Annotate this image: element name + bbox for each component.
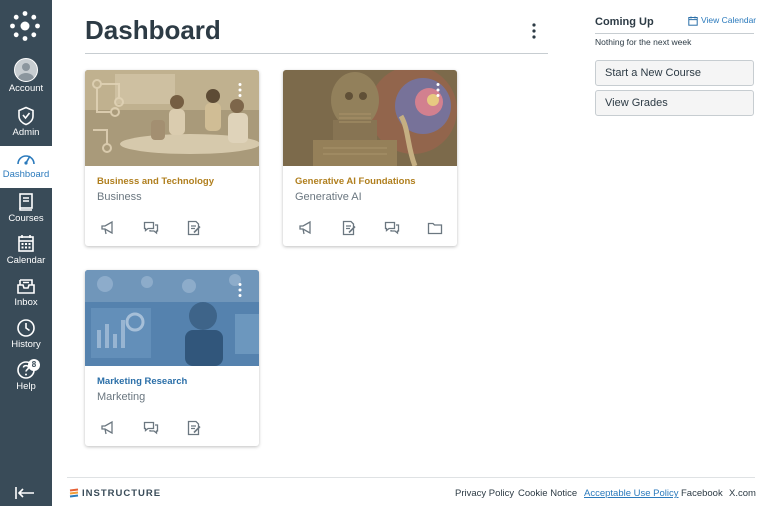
course-card-title[interactable]: Generative AI Foundations bbox=[295, 176, 416, 187]
nav-account-label: Account bbox=[8, 83, 44, 94]
inbox-icon bbox=[17, 279, 35, 294]
footer-divider bbox=[67, 477, 755, 478]
card-options-icon[interactable] bbox=[235, 82, 245, 98]
calendar-icon bbox=[688, 16, 698, 26]
calendar-icon bbox=[18, 235, 34, 252]
nav-admin-label: Admin bbox=[12, 127, 40, 138]
course-card-title[interactable]: Business and Technology bbox=[97, 176, 214, 187]
card-options-icon[interactable] bbox=[235, 282, 245, 298]
help-badge: 8 bbox=[28, 359, 40, 371]
nav-courses[interactable]: Courses bbox=[0, 192, 52, 234]
view-calendar-link[interactable]: View Calendar bbox=[688, 15, 756, 27]
nav-calendar-label: Calendar bbox=[6, 255, 46, 266]
global-nav: Account Admin Dashboard Courses Calendar… bbox=[0, 0, 52, 506]
nav-courses-label: Courses bbox=[8, 213, 44, 224]
nav-dashboard-label: Dashboard bbox=[2, 169, 50, 180]
announcements-icon[interactable] bbox=[100, 420, 116, 436]
nav-history-label: History bbox=[11, 339, 41, 350]
course-card-image[interactable] bbox=[85, 270, 259, 366]
view-calendar-label: View Calendar bbox=[701, 15, 757, 25]
nav-calendar[interactable]: Calendar bbox=[0, 234, 52, 276]
assignments-icon[interactable] bbox=[186, 220, 202, 236]
nav-help[interactable]: 8 Help bbox=[0, 359, 52, 402]
course-card-image[interactable] bbox=[85, 70, 259, 166]
card-options-icon[interactable] bbox=[433, 82, 443, 98]
assignments-icon[interactable] bbox=[186, 420, 202, 436]
speedometer-icon bbox=[17, 155, 35, 165]
privacy-policy-link[interactable]: Privacy Policy bbox=[455, 488, 514, 499]
course-card-title[interactable]: Marketing Research bbox=[97, 376, 187, 387]
instructure-wordmark: INSTRUCTURE bbox=[82, 488, 162, 499]
course-card-actions bbox=[97, 220, 247, 236]
course-card-actions bbox=[295, 220, 445, 236]
cookie-notice-link[interactable]: Cookie Notice bbox=[518, 488, 577, 499]
nav-account[interactable]: Account bbox=[0, 58, 52, 100]
instructure-mark-icon bbox=[69, 488, 79, 498]
announcements-icon[interactable] bbox=[100, 220, 116, 236]
nav-history[interactable]: History bbox=[0, 318, 52, 360]
nav-inbox[interactable]: Inbox bbox=[0, 276, 52, 318]
coming-up-divider bbox=[595, 33, 754, 34]
nav-inbox-label: Inbox bbox=[14, 297, 38, 308]
files-folder-icon[interactable] bbox=[427, 220, 443, 236]
nav-admin[interactable]: Admin bbox=[0, 106, 52, 148]
instructure-logo[interactable]: INSTRUCTURE bbox=[69, 488, 161, 500]
acceptable-use-policy-link[interactable]: Acceptable Use Policy bbox=[584, 488, 679, 499]
x-com-link[interactable]: X.com bbox=[729, 488, 756, 499]
nav-dashboard[interactable]: Dashboard bbox=[0, 146, 52, 188]
assignments-icon[interactable] bbox=[341, 220, 357, 236]
book-icon bbox=[19, 193, 33, 211]
coming-up-heading: Coming Up bbox=[595, 16, 654, 28]
discussions-icon[interactable] bbox=[143, 420, 159, 436]
facebook-link[interactable]: Facebook bbox=[681, 488, 723, 499]
course-card[interactable]: Business and Technology Business bbox=[85, 70, 259, 246]
course-card[interactable]: Marketing Research Marketing bbox=[85, 270, 259, 446]
header-divider bbox=[85, 53, 548, 54]
coming-up-empty-text: Nothing for the next week bbox=[595, 37, 692, 47]
nav-help-label: Help bbox=[16, 381, 36, 392]
course-card-actions bbox=[97, 420, 247, 436]
course-card-subtitle: Marketing bbox=[97, 391, 146, 403]
account-avatar-icon bbox=[14, 58, 38, 82]
page-title: Dashboard bbox=[85, 15, 221, 45]
announcements-icon[interactable] bbox=[298, 220, 314, 236]
start-new-course-button[interactable]: Start a New Course bbox=[595, 60, 754, 86]
dashboard-options-icon[interactable] bbox=[528, 22, 540, 40]
course-card-subtitle: Business bbox=[97, 191, 142, 203]
course-card-subtitle: Generative AI bbox=[295, 191, 362, 203]
discussions-icon[interactable] bbox=[143, 220, 159, 236]
course-card-image[interactable] bbox=[283, 70, 457, 166]
course-card[interactable]: Generative AI Foundations Generative AI bbox=[283, 70, 457, 246]
view-grades-button[interactable]: View Grades bbox=[595, 90, 754, 116]
collapse-nav-icon[interactable] bbox=[14, 486, 36, 500]
clock-icon bbox=[17, 319, 35, 337]
shield-icon bbox=[18, 106, 34, 126]
canvas-logo-icon[interactable] bbox=[9, 10, 41, 42]
discussions-icon[interactable] bbox=[384, 220, 400, 236]
